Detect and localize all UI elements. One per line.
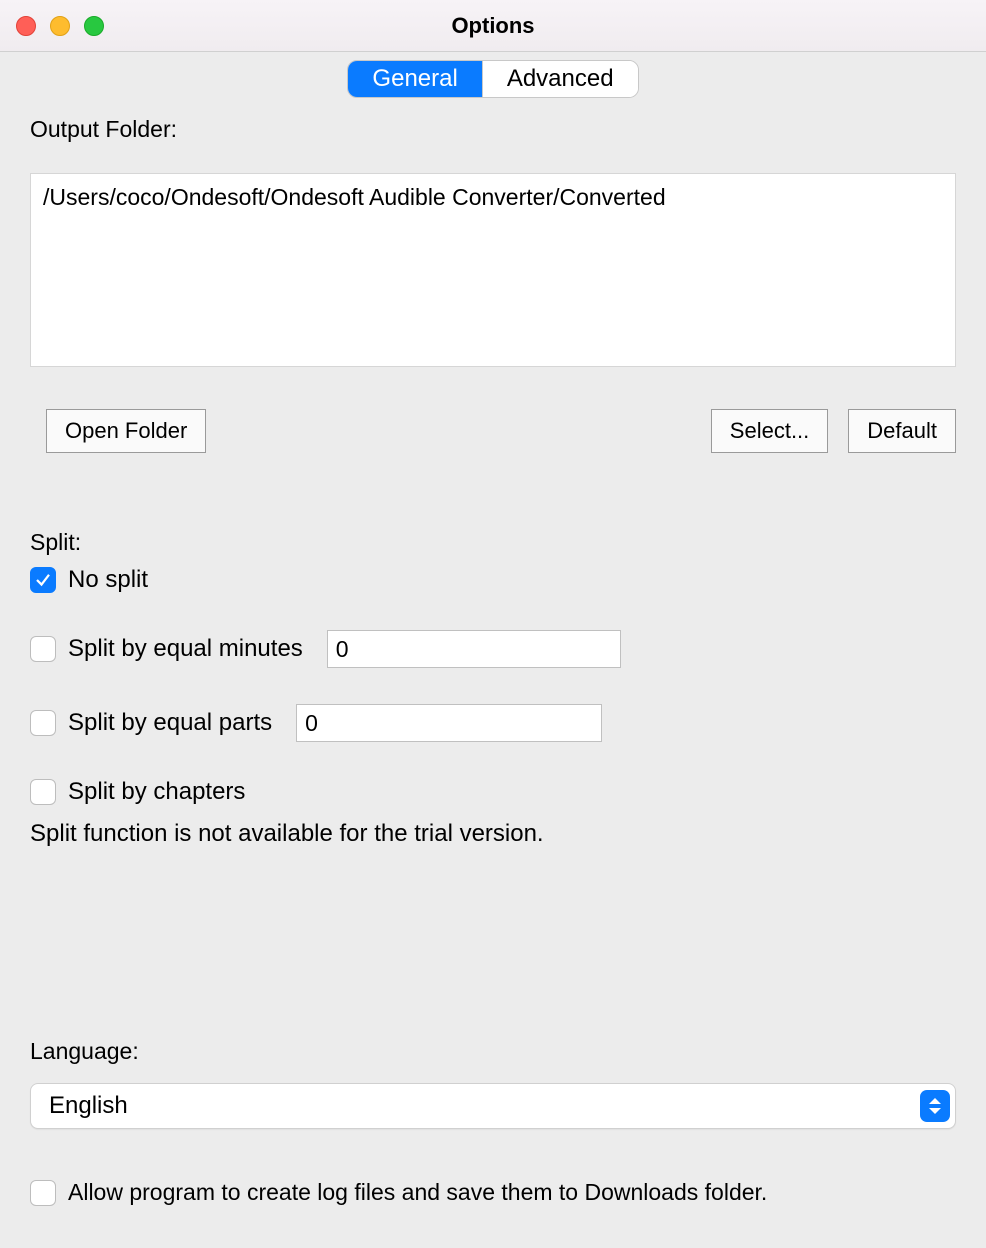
open-folder-button[interactable]: Open Folder (46, 409, 206, 453)
language-select[interactable]: English (30, 1083, 956, 1129)
output-folder-buttons: Open Folder Select... Default (30, 409, 956, 453)
window-title: Options (0, 13, 986, 39)
split-label: Split: (30, 529, 956, 556)
split-by-minutes-label[interactable]: Split by equal minutes (68, 635, 303, 663)
language-label: Language: (30, 1038, 956, 1065)
allow-log-checkbox[interactable] (30, 1180, 56, 1206)
no-split-checkbox[interactable] (30, 567, 56, 593)
split-parts-input[interactable] (296, 704, 602, 742)
maximize-icon[interactable] (84, 16, 104, 36)
minimize-icon[interactable] (50, 16, 70, 36)
split-by-parts-checkbox[interactable] (30, 710, 56, 736)
close-icon[interactable] (16, 16, 36, 36)
split-by-chapters-checkbox[interactable] (30, 779, 56, 805)
split-by-chapters-label[interactable]: Split by chapters (68, 778, 245, 806)
output-folder-path[interactable] (30, 173, 956, 367)
split-trial-note: Split function is not available for the … (30, 820, 956, 848)
tab-general[interactable]: General (348, 61, 481, 97)
select-folder-button[interactable]: Select... (711, 409, 828, 453)
allow-log-label[interactable]: Allow program to create log files and sa… (68, 1179, 767, 1206)
no-split-label[interactable]: No split (68, 566, 148, 594)
tab-advanced[interactable]: Advanced (482, 61, 638, 97)
default-folder-button[interactable]: Default (848, 409, 956, 453)
titlebar: Options (0, 0, 986, 52)
language-select-wrap: English (30, 1083, 956, 1129)
split-minutes-input[interactable] (327, 630, 621, 668)
window-controls (16, 16, 104, 36)
tab-switcher: General Advanced (347, 60, 638, 98)
check-icon (34, 571, 52, 589)
output-folder-label: Output Folder: (30, 116, 956, 143)
split-by-parts-label[interactable]: Split by equal parts (68, 709, 272, 737)
language-selected: English (49, 1092, 128, 1120)
split-by-minutes-checkbox[interactable] (30, 636, 56, 662)
